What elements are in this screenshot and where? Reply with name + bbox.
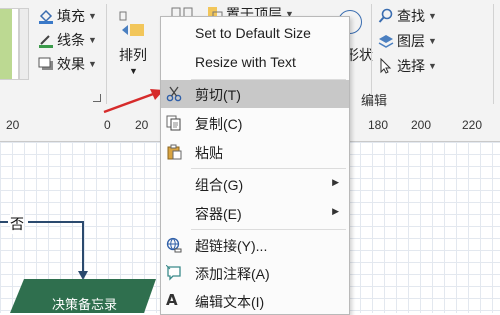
text-a-icon: A: [166, 291, 178, 309]
pen-line-icon: [38, 32, 54, 48]
comment-icon: [165, 264, 182, 281]
layers-button[interactable]: 图层 ▼: [378, 31, 437, 51]
context-menu: Set to Default Size Resize with Text 剪切(…: [160, 16, 350, 315]
clipboard-paste-icon: [166, 144, 182, 160]
ruler-tick: 180: [368, 118, 389, 132]
copy-icon: [166, 115, 182, 131]
menu-item-cut[interactable]: 剪切(T): [161, 80, 349, 108]
menu-item-group[interactable]: 组合(G) ▶: [161, 170, 349, 198]
fill-button[interactable]: 填充 ▼: [38, 6, 97, 26]
ribbon-group-divider: [493, 4, 494, 104]
chevron-down-icon: ▼: [428, 36, 437, 46]
chevron-down-icon: ▼: [88, 59, 97, 69]
menu-item-hyperlink[interactable]: 超链接(Y)...: [161, 231, 349, 259]
menu-item-edit-text[interactable]: A 编辑文本(I): [161, 287, 349, 315]
find-label: 查找: [397, 8, 425, 24]
menu-item-container[interactable]: 容器(E) ▶: [161, 199, 349, 227]
ruler-tick: 200: [411, 118, 432, 132]
submenu-arrow-icon: ▶: [332, 206, 339, 216]
effect-label: 效果: [57, 56, 85, 72]
paint-bucket-icon: [38, 8, 54, 24]
menu-item-paste[interactable]: 粘贴: [161, 138, 349, 166]
arrange-label[interactable]: 排列: [119, 45, 147, 65]
chevron-down-icon: ▼: [428, 11, 437, 21]
scissors-icon: [166, 86, 182, 102]
ribbon-group-divider: [371, 4, 372, 104]
chevron-down-icon: ▼: [428, 61, 437, 71]
decision-memo-label: 决策备忘录: [52, 297, 118, 312]
ruler-tick: 20: [135, 118, 149, 132]
quick-style-scroll[interactable]: [19, 8, 29, 80]
menu-separator: [191, 229, 346, 230]
menu-item-resize-with-text[interactable]: Resize with Text: [161, 49, 349, 77]
cursor-arrow-icon: [378, 57, 394, 74]
chevron-down-icon: ▼: [88, 35, 97, 45]
quick-style-preview[interactable]: [0, 8, 19, 80]
ruler-tick: 20: [6, 118, 20, 132]
editing-group-label: 编辑: [361, 93, 388, 108]
menu-item-copy[interactable]: 复制(C): [161, 109, 349, 137]
find-button[interactable]: 查找 ▼: [378, 6, 437, 26]
menu-separator: [191, 168, 346, 169]
fill-label: 填充: [57, 8, 85, 24]
chevron-down-icon[interactable]: ▼: [129, 66, 138, 76]
no-branch-label: 否: [10, 214, 24, 234]
layers-label: 图层: [397, 33, 425, 49]
submenu-arrow-icon: ▶: [332, 177, 339, 187]
chevron-down-icon: ▼: [88, 11, 97, 21]
globe-link-icon: [166, 237, 182, 253]
line-label: 线条: [57, 32, 85, 48]
layers-icon: [378, 33, 394, 49]
arrange-icon[interactable]: [118, 10, 148, 38]
menu-item-set-default-size[interactable]: Set to Default Size: [161, 20, 349, 48]
search-icon: [378, 8, 394, 24]
ruler-tick: 220: [462, 118, 483, 132]
select-label: 选择: [397, 58, 425, 74]
line-button[interactable]: 线条 ▼: [38, 30, 97, 50]
ruler-tick: 0: [104, 118, 111, 132]
effect-button[interactable]: 效果 ▼: [38, 54, 97, 74]
menu-item-add-comment[interactable]: 添加注释(A): [161, 259, 349, 287]
shadow-effect-icon: [38, 56, 54, 72]
select-button[interactable]: 选择 ▼: [378, 56, 437, 76]
